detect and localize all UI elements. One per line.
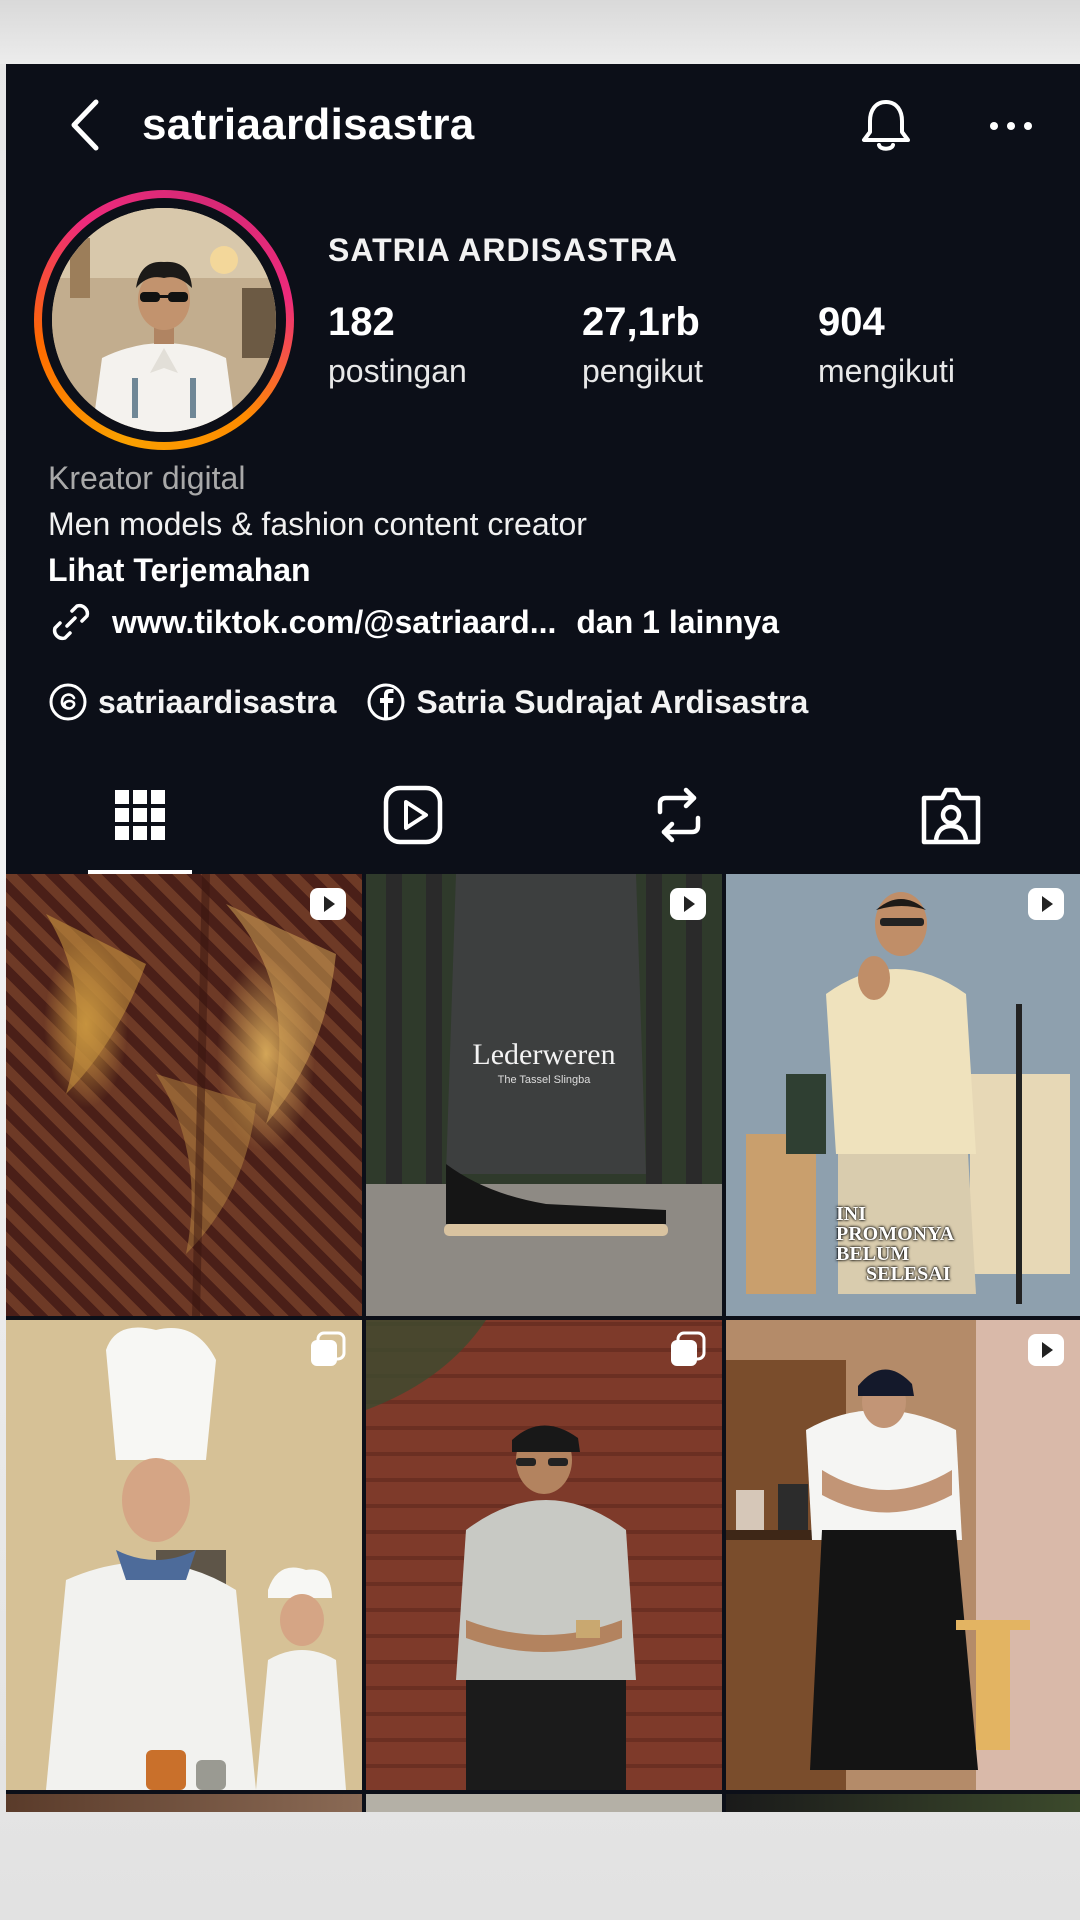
post-tile-8-partial[interactable]	[366, 1794, 722, 1812]
post-image-shoes	[366, 874, 722, 1316]
back-arrow-icon[interactable]	[62, 98, 110, 152]
profile-display-name: SATRIA ARDISASTRA	[328, 232, 679, 268]
promo-line-4: SELESAI	[866, 1263, 951, 1285]
post-tile-2[interactable]: Lederweren The Tassel Slingba	[366, 874, 722, 1316]
external-link-text[interactable]: www.tiktok.com/@satriaard...	[112, 604, 556, 641]
reel-icon	[1028, 888, 1064, 920]
header-username: satriaardisastra	[142, 100, 475, 149]
post-image-batik	[46, 874, 336, 1316]
reel-icon	[670, 888, 706, 920]
reel-icon	[310, 888, 346, 920]
more-links-text[interactable]: dan 1 lainnya	[576, 604, 779, 641]
more-options-icon[interactable]	[986, 116, 1036, 136]
background-caption-strip	[0, 0, 1080, 64]
post-image-chef	[6, 1320, 362, 1790]
facebook-icon	[367, 683, 405, 721]
tab-reels[interactable]	[378, 780, 448, 850]
threads-handle[interactable]: satriaardisastra	[98, 684, 336, 721]
posts-count: 182	[328, 300, 395, 344]
post-tile-9-partial[interactable]	[726, 1794, 1080, 1812]
reel-icon	[1028, 1334, 1064, 1366]
tab-tagged[interactable]	[916, 780, 986, 850]
stat-following[interactable]: 904 mengikuti	[818, 300, 955, 390]
post-overlay-subtitle: The Tassel Slingba	[497, 1074, 591, 1086]
carousel-icon	[311, 1331, 346, 1366]
promo-line-2: PROMONYA	[836, 1223, 955, 1245]
followers-label: pengikut	[582, 353, 703, 389]
post-tile-5[interactable]	[366, 1320, 722, 1790]
social-links-row: satriaardisastra Satria Sudrajat Ardisas…	[48, 680, 808, 724]
posts-label: postingan	[328, 353, 467, 389]
tab-reposts[interactable]	[644, 780, 714, 850]
profile-bio: Men models & fashion content creator	[48, 506, 587, 542]
profile-tabs	[6, 764, 1080, 874]
notification-bell-icon[interactable]	[856, 96, 916, 156]
avatar[interactable]	[52, 208, 276, 432]
post-tile-6[interactable]	[726, 1320, 1080, 1790]
post-image-room	[726, 1320, 1080, 1790]
following-count: 904	[818, 300, 885, 344]
threads-icon	[49, 683, 87, 721]
profile-screen: satriaardisastra SATRIA ARDISASTRA 182 p…	[6, 64, 1080, 1812]
facebook-name[interactable]: Satria Sudrajat Ardisastra	[416, 684, 808, 721]
post-tile-4[interactable]	[6, 1320, 362, 1790]
post-overlay-title: Lederweren	[472, 1038, 616, 1071]
carousel-icon	[671, 1331, 706, 1366]
profile-category: Kreator digital	[48, 460, 246, 496]
post-tile-7-partial[interactable]	[6, 1794, 362, 1812]
post-tile-3[interactable]: INI PROMONYA BELUM SELESAI	[726, 874, 1080, 1316]
promo-line-1: INI	[836, 1203, 867, 1225]
post-tile-1[interactable]	[6, 874, 362, 1316]
tab-grid[interactable]	[105, 780, 175, 850]
promo-line-3: BELUM	[836, 1243, 910, 1265]
stat-posts[interactable]: 182 postingan	[328, 300, 467, 390]
post-overlay-promo: INI PROMONYA BELUM SELESAI	[836, 1204, 1056, 1284]
external-links[interactable]: www.tiktok.com/@satriaard... dan 1 lainn…	[48, 600, 779, 644]
stat-followers[interactable]: 27,1rb pengikut	[582, 300, 703, 390]
following-label: mengikuti	[818, 353, 955, 389]
link-chain-icon	[52, 603, 90, 641]
story-ring[interactable]	[34, 190, 294, 450]
top-bar: satriaardisastra	[6, 64, 1080, 184]
avatar-photo	[52, 208, 276, 432]
post-image-brick	[366, 1320, 636, 1790]
see-translation-link[interactable]: Lihat Terjemahan	[48, 552, 311, 589]
followers-count: 27,1rb	[582, 300, 700, 344]
